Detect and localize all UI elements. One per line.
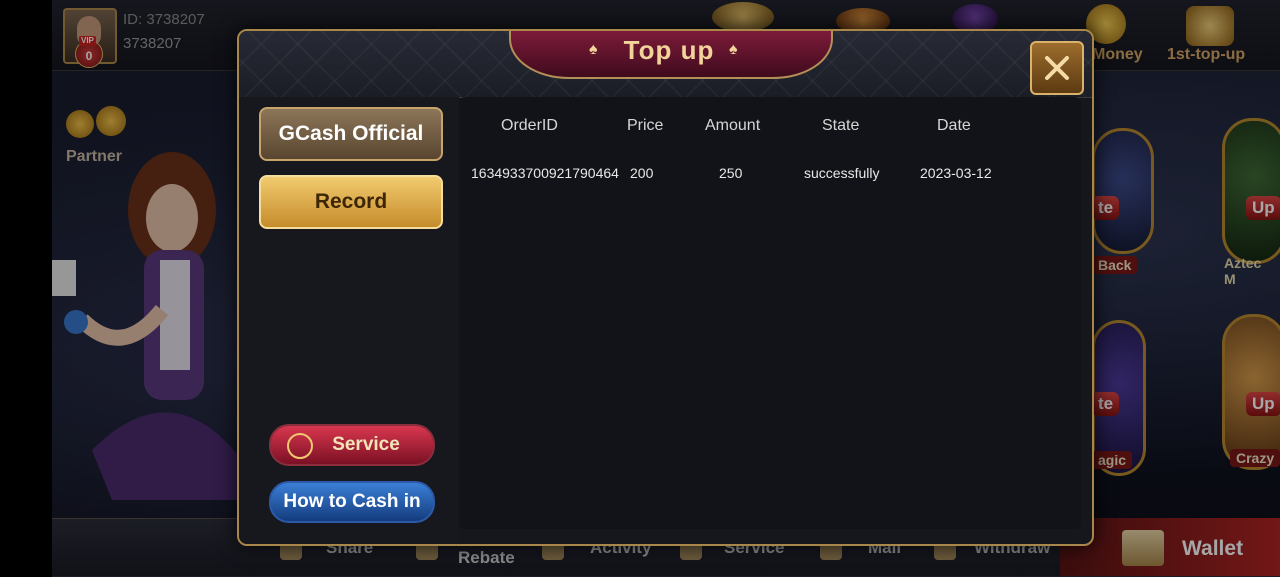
- how-to-cash-in-button[interactable]: How to Cash in: [269, 481, 435, 523]
- header-state: State: [822, 117, 860, 134]
- header-orderid: OrderID: [501, 117, 558, 134]
- row-state: successfully: [804, 165, 880, 181]
- record-button[interactable]: Record: [259, 175, 443, 229]
- record-table: OrderID Price Amount State Date 16349337…: [459, 97, 1081, 529]
- close-icon: [1045, 56, 1069, 80]
- service-button[interactable]: Service: [269, 424, 435, 466]
- close-button[interactable]: [1030, 41, 1084, 95]
- header-date: Date: [937, 117, 971, 134]
- modal-title: Top up: [623, 35, 715, 65]
- service-button-label: Service: [332, 434, 400, 455]
- row-price: 200: [630, 165, 654, 181]
- topup-menu: GCash Official Record Service How to Cas…: [239, 97, 459, 544]
- header-price: Price: [627, 117, 664, 134]
- topup-modal: ♠ Top up ♠ GCash Official Record Service…: [237, 29, 1094, 546]
- header-amount: Amount: [705, 117, 761, 134]
- row-amount: 250: [719, 165, 743, 181]
- gcash-official-button[interactable]: GCash Official: [259, 107, 443, 161]
- row-date: 2023-03-12: [920, 165, 992, 181]
- spade-right-icon: ♠: [729, 41, 738, 58]
- headset-icon: [287, 433, 313, 459]
- row-orderid: 1634933700921790464: [471, 165, 619, 181]
